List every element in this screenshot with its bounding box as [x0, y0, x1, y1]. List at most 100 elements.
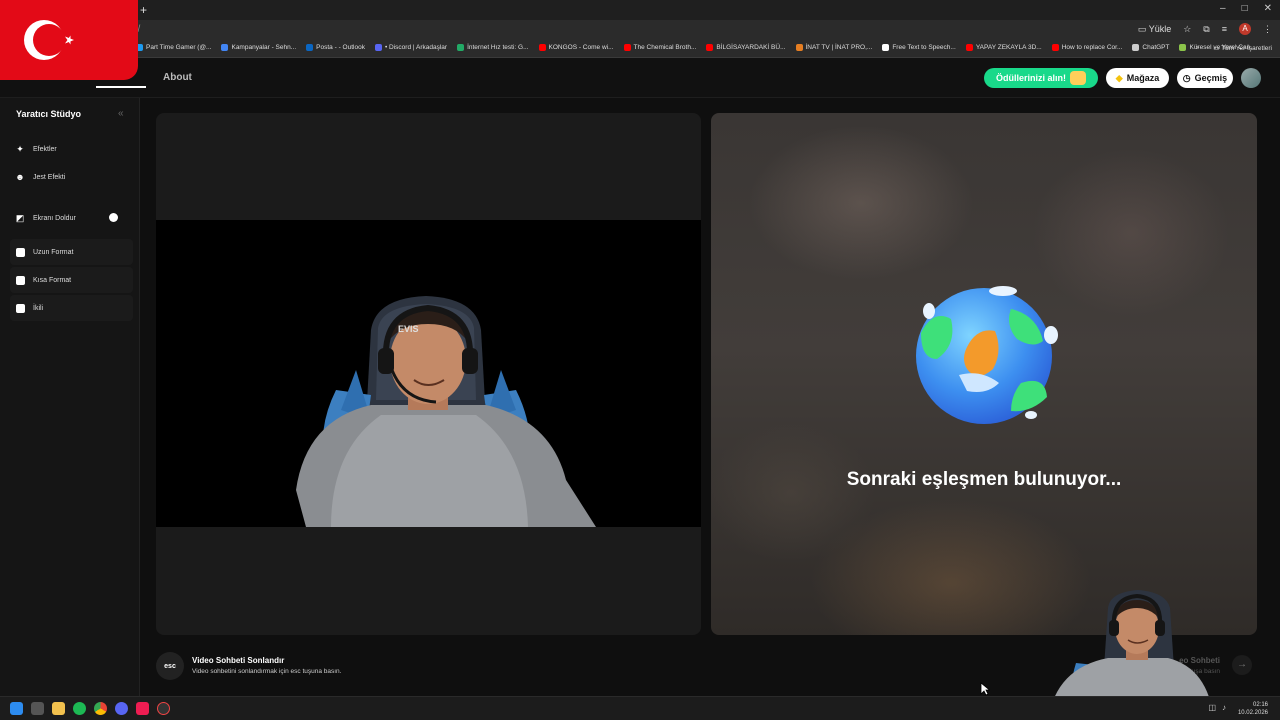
dual-icon: [15, 303, 25, 313]
bookmark-item[interactable]: YAPAY ZEKAYLA 3D...: [965, 44, 1042, 51]
bookmark-label: İNAT TV | İNAT PRO,...: [805, 44, 873, 51]
spotify-icon[interactable]: [73, 702, 86, 715]
bookmark-favicon-icon: [374, 44, 382, 51]
bookmark-item[interactable]: ChatGPT: [1132, 44, 1169, 51]
local-video-panel: EVIS: [156, 113, 701, 635]
bookmark-favicon-icon: [1051, 44, 1059, 51]
bookmark-favicon-icon: [965, 44, 973, 51]
close-window-button[interactable]: ✕: [1264, 3, 1272, 14]
esc-key-button[interactable]: esc: [156, 652, 184, 680]
bookmark-item[interactable]: İNAT TV | İNAT PRO,...: [795, 44, 873, 51]
sidebar-collapse-icon[interactable]: «: [118, 108, 124, 119]
history-button[interactable]: ◷ Geçmiş: [1177, 68, 1233, 88]
creative-studio-sidebar: Yaratıcı Stüdyo « ✦ Efektler ☻ Jest Efek…: [0, 98, 140, 696]
fill-screen-toggle[interactable]: [109, 213, 118, 222]
address-bar-actions: ▭ Yükle ☆ ⧉ ≡ A ⋮: [1138, 23, 1272, 35]
bookmark-item[interactable]: Posta - - Outlook: [306, 44, 365, 51]
sidebar-item-label: Kısa Format: [33, 276, 72, 284]
discord-icon[interactable]: [115, 702, 128, 715]
taskbar-apps: [10, 702, 170, 715]
taskbar-clock[interactable]: 02:16 10.02.2026: [1238, 701, 1268, 717]
bookmark-favicon-icon: [882, 44, 890, 51]
bookmark-item[interactable]: BİLGİSAYARDAKİ BÜ...: [706, 44, 786, 51]
bookmark-label: ChatGPT: [1142, 44, 1170, 51]
bookmark-item[interactable]: • Discord | Arkadaşlar: [374, 44, 447, 51]
shop-button[interactable]: ◆ Mağaza: [1106, 68, 1169, 88]
bookmark-label: Kampanyalar - Sehn...: [231, 44, 297, 51]
nav-tab-about[interactable]: About: [163, 72, 192, 83]
bookmark-item[interactable]: Part Time Gamer (@...: [136, 44, 211, 51]
magic-wand-icon: ✦: [16, 143, 24, 154]
bookmark-label: Posta - - Outlook: [316, 44, 365, 51]
person-in-chair-image: EVIS: [296, 296, 596, 527]
all-bookmarks-label: Tüm Yer İşaretleri: [1221, 45, 1272, 52]
network-icon[interactable]: ◫: [1208, 703, 1216, 712]
shop-label: Mağaza: [1126, 73, 1160, 83]
obs-icon[interactable]: [157, 702, 170, 715]
rewards-label: Ödüllerinizi alın!: [995, 73, 1066, 83]
bookmark-item[interactable]: İnternet Hız testi: G...: [457, 44, 529, 51]
remote-video-panel: Sonraki eşleşmen bulunuyor...: [711, 113, 1257, 635]
address-bar: ːt/ ▭ Yükle ☆ ⧉ ≡ A ⋮: [0, 20, 1280, 42]
bookmark-favicon-icon: [538, 44, 546, 51]
menu-kebab-icon[interactable]: ⋮: [1263, 24, 1272, 35]
history-label: Geçmiş: [1194, 73, 1228, 83]
svg-text:EVIS: EVIS: [398, 324, 419, 334]
end-chat-description: Video sohbetini sonlandırmak için esc tu…: [192, 668, 342, 675]
gem-icon: ◆: [1115, 72, 1123, 83]
sidebar-item-label: İkili: [33, 304, 44, 312]
install-label: Yükle: [1148, 23, 1172, 34]
end-chat-title: Video Sohbeti Sonlandır: [192, 656, 285, 665]
maximize-button[interactable]: □: [1242, 3, 1248, 14]
profile-avatar[interactable]: A: [1239, 23, 1251, 35]
bookmark-favicon-icon: [306, 44, 314, 51]
sidebar-item-effects[interactable]: ✦ Efektler: [10, 136, 133, 162]
file-explorer-icon[interactable]: [52, 702, 65, 715]
user-avatar[interactable]: [1241, 68, 1261, 88]
start-icon[interactable]: [10, 702, 23, 715]
app-arrow-icon[interactable]: [31, 702, 44, 715]
bookmarks-overflow-button[interactable]: »: [1196, 44, 1200, 52]
bookmark-favicon-icon: [795, 44, 803, 51]
chrome-icon[interactable]: [94, 702, 107, 715]
bookmark-item[interactable]: Kampanyalar - Sehn...: [221, 44, 296, 51]
all-bookmarks-button[interactable]: ▭ Tüm Yer İşaretleri: [1213, 44, 1272, 52]
sidebar-item-label: Efektler: [33, 145, 57, 153]
bookmark-label: BİLGİSAYARDAKİ BÜ...: [716, 44, 786, 51]
sidebar-item-gesture-effect[interactable]: ☻ Jest Efekti: [10, 164, 133, 190]
bookmark-favicon-icon: [1179, 44, 1187, 51]
minimize-button[interactable]: –: [1220, 3, 1226, 14]
windows-taskbar: ◫ ♪ 02:16 10.02.2026: [0, 696, 1280, 720]
clock-icon: ◷: [1182, 72, 1191, 83]
window-controls: – □ ✕: [1220, 3, 1272, 14]
sidebar-item-label: Jest Efekti: [33, 173, 66, 181]
volume-icon[interactable]: ♪: [1222, 703, 1226, 712]
bookmarks-bar: Part Time Gamer (@... Kampanyalar - Sehn.…: [0, 42, 1280, 58]
globe-icon: [916, 286, 1058, 424]
bookmark-item[interactable]: KONGOS - Come wi...: [538, 44, 614, 51]
gift-icon: [1070, 71, 1086, 85]
tiktok-icon[interactable]: [136, 702, 149, 715]
next-chat-arrow-icon[interactable]: →: [1232, 655, 1252, 675]
short-format-icon: [15, 275, 25, 285]
bookmark-label: Part Time Gamer (@...: [146, 44, 212, 51]
nav-active-underline: [96, 86, 146, 88]
bookmark-item[interactable]: How to replace Cor...: [1051, 44, 1123, 51]
mouse-cursor-icon: [980, 682, 990, 696]
bookmarks-bar-right: » ▭ Tüm Yer İşaretleri: [1196, 44, 1272, 52]
bookmark-item[interactable]: Free Text to Speech...: [882, 44, 956, 51]
install-button[interactable]: ▭ Yükle: [1138, 24, 1171, 35]
rewards-button[interactable]: Ödüllerinizi alın!: [984, 68, 1098, 88]
new-tab-button[interactable]: +: [140, 3, 147, 17]
bookmark-star-icon[interactable]: ☆: [1183, 24, 1191, 35]
sidebar-item-short-format[interactable]: Kısa Format: [10, 267, 133, 293]
media-icon[interactable]: ≡: [1222, 24, 1227, 34]
extensions-icon[interactable]: ⧉: [1203, 24, 1209, 35]
sidebar-item-label: Ekranı Doldur: [33, 214, 76, 222]
sidebar-item-dual[interactable]: İkili: [10, 295, 133, 321]
bookmark-item[interactable]: The Chemical Broth...: [623, 44, 696, 51]
bookmark-favicon-icon: [623, 44, 631, 51]
sidebar-item-long-format[interactable]: Uzun Format: [10, 239, 133, 265]
fill-screen-icon: ◩: [15, 212, 25, 223]
bookmark-label: How to replace Cor...: [1061, 44, 1123, 51]
